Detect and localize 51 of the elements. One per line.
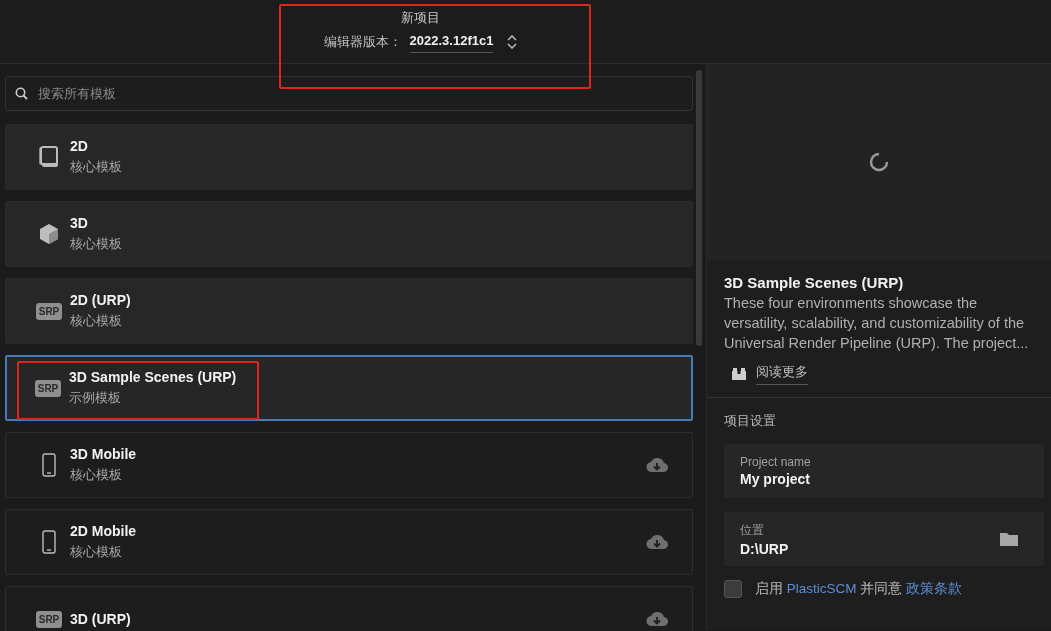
- read-more-link[interactable]: 阅读更多: [756, 363, 808, 385]
- phone-icon: [42, 453, 56, 477]
- template-description: These four environments showcase the versatility, scalability, and customizability of the Universal Render Pipeline (URP). The project...: [724, 294, 1030, 353]
- folder-icon[interactable]: [1000, 532, 1018, 546]
- cloud-download-icon[interactable]: [646, 611, 668, 627]
- template-category: 示例模板: [69, 389, 122, 407]
- phone-icon: [42, 530, 56, 554]
- checkbox[interactable]: [724, 580, 742, 598]
- template-title: 3D Sample Scenes (URP): [724, 274, 905, 291]
- consent-text: 启用 PlasticSCM 并同意 政策条款: [755, 580, 963, 598]
- template-category: 核心模板: [70, 543, 123, 561]
- template-card[interactable]: 2D 核心模板: [5, 124, 693, 190]
- cube-icon: [39, 223, 59, 245]
- up-down-chevron-icon[interactable]: [507, 35, 518, 49]
- plasticscm-link[interactable]: PlasticSCM: [786, 581, 857, 596]
- template-name: 3D Sample Scenes (URP): [69, 369, 238, 385]
- loading-spinner-icon: [869, 152, 889, 172]
- template-badge: SRP: [35, 610, 63, 628]
- template-card[interactable]: 3D Mobile 核心模板: [5, 432, 693, 498]
- template-category: 核心模板: [70, 312, 123, 330]
- template-category: 核心模板: [70, 235, 123, 253]
- template-card[interactable]: 2D Mobile 核心模板: [5, 509, 693, 575]
- template-name: 2D: [70, 138, 89, 154]
- template-name: 2D Mobile: [70, 523, 138, 539]
- version-label: 编辑器版本：: [323, 33, 402, 51]
- template-name: 3D (URP): [70, 611, 132, 627]
- template-category: 核心模板: [70, 466, 123, 484]
- scrollbar[interactable]: [696, 70, 702, 346]
- version-dropdown[interactable]: 2022.3.12f1c1: [409, 31, 494, 53]
- policy-terms-link[interactable]: 政策条款: [906, 581, 963, 596]
- template-card[interactable]: SRP 2D (URP) 核心模板: [5, 278, 693, 344]
- window-title: 新项目: [401, 9, 440, 27]
- template-category: 核心模板: [70, 158, 123, 176]
- search-input[interactable]: 搜索所有模板: [36, 85, 683, 102]
- input-field[interactable]: 位置 D:\URP: [724, 512, 1044, 566]
- template-badge: SRP: [35, 302, 63, 320]
- template-card[interactable]: SRP 3D (URP): [5, 586, 693, 631]
- book-icon: [38, 146, 60, 168]
- package-icon: [732, 368, 746, 380]
- input-field[interactable]: Project name My project: [724, 444, 1044, 498]
- search-icon: [15, 87, 28, 100]
- template-card[interactable]: SRP 3D Sample Scenes (URP) 示例模板: [5, 355, 693, 421]
- cloud-download-icon[interactable]: [646, 534, 668, 550]
- cloud-download-icon[interactable]: [646, 457, 668, 473]
- template-card[interactable]: 3D 核心模板: [5, 201, 693, 267]
- template-badge: SRP: [34, 379, 62, 397]
- search-field[interactable]: 搜索所有模板: [5, 76, 693, 111]
- template-name: 3D Mobile: [70, 446, 138, 462]
- section-heading: 项目设置: [724, 412, 777, 430]
- template-name: 3D: [70, 215, 89, 231]
- template-name: 2D (URP): [70, 292, 132, 308]
